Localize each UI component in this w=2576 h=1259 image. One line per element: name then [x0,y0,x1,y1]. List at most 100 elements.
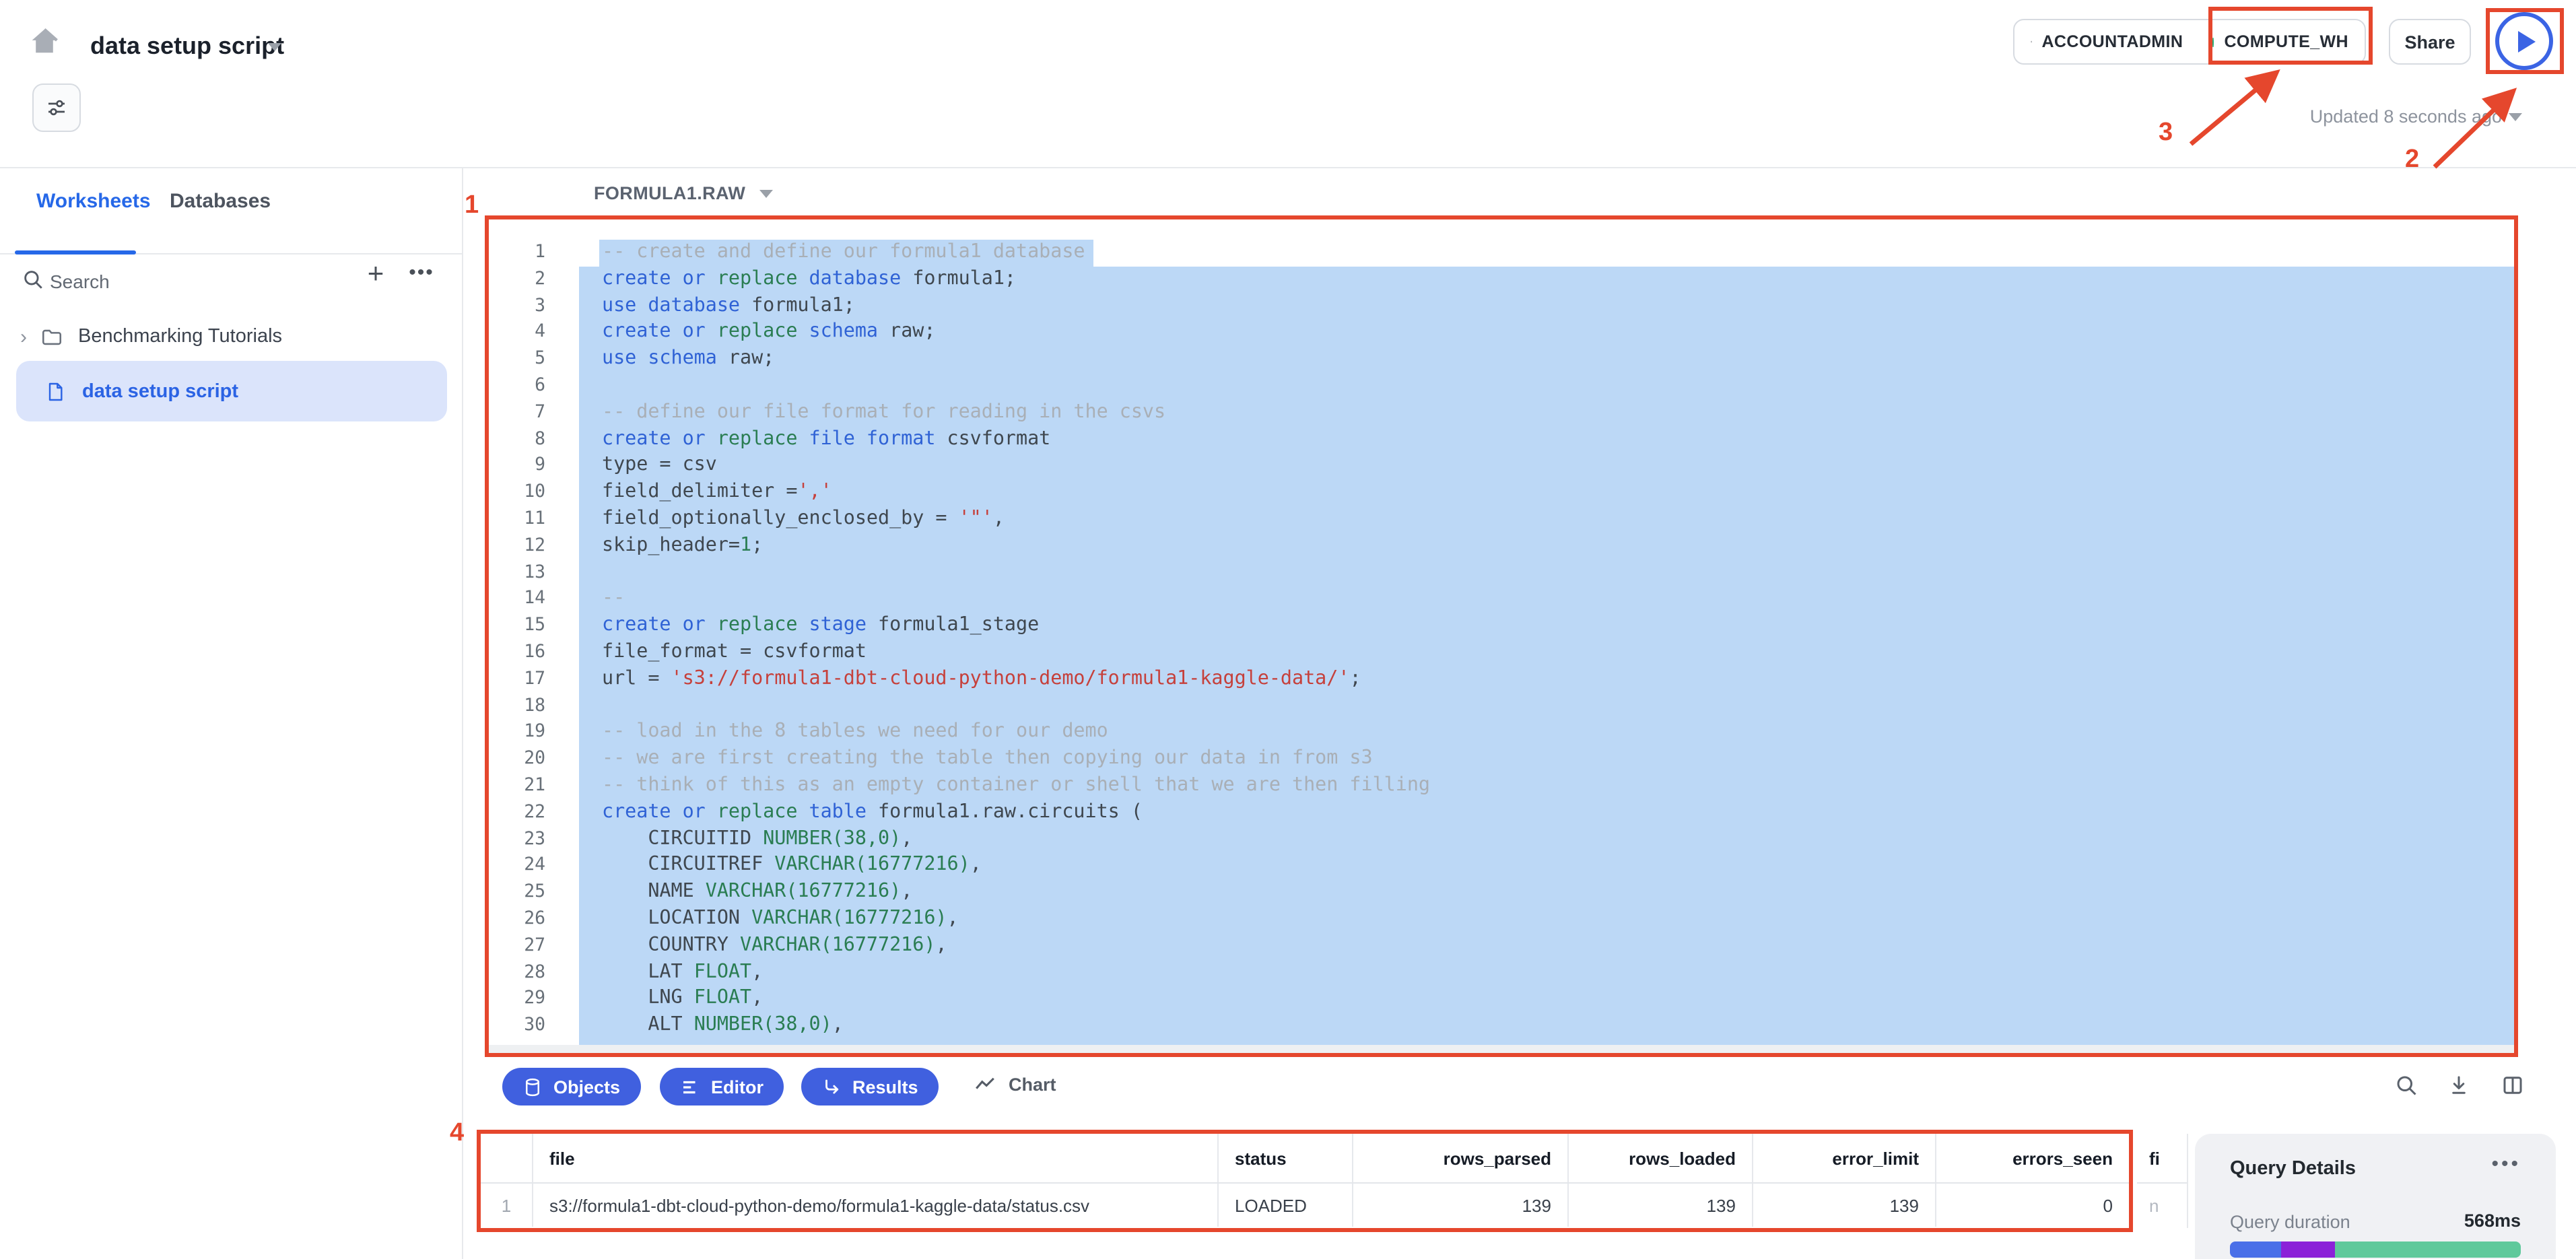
editor-horizontal-scrollbar[interactable] [489,1045,2514,1056]
code-line[interactable]: 7-- define our file format for reading i… [489,400,2514,427]
code-line[interactable]: 15create or replace stage formula1_stage [489,613,2514,640]
code-line[interactable]: 10field_delimiter =',' [489,479,2514,506]
code-text: -- define our file format for reading in… [579,400,2514,427]
table-cell[interactable]: s3://formula1-dbt-cloud-python-demo/form… [533,1184,1219,1227]
code-line[interactable]: 30 ALT NUMBER(38,0), [489,1013,2514,1040]
warehouse-label[interactable]: COMPUTE_WH [2224,32,2348,51]
code-line[interactable]: 8create or replace file format csvformat [489,426,2514,453]
code-text [579,693,2514,720]
role-label: ACCOUNTADMIN [2041,32,2183,51]
warehouse-status-dot [2212,37,2213,46]
code-line[interactable]: 20-- we are first creating the table the… [489,746,2514,773]
code-text: ALT NUMBER(38,0), [579,1013,2514,1040]
code-line[interactable]: 11field_optionally_enclosed_by = '"', [489,506,2514,533]
title-dropdown-icon[interactable] [268,43,281,51]
line-number: 6 [489,373,579,400]
duration-bar-segment [2230,1241,2281,1258]
database-schema-selector[interactable]: FORMULA1.RAW [594,183,772,203]
more-options-button[interactable]: ••• [401,261,442,302]
results-clipped-column: fi n [2137,1134,2188,1228]
column-header[interactable]: rows_loaded [1569,1134,1753,1182]
table-cell[interactable]: 1 [481,1184,533,1227]
search-input[interactable] [50,263,333,300]
code-line[interactable]: 27 COUNTRY VARCHAR(16777216), [489,932,2514,959]
table-cell[interactable]: 0 [1936,1184,2129,1227]
column-header[interactable]: error_limit [1753,1134,1936,1182]
sql-editor[interactable]: 1-- create and define our formula1 datab… [485,215,2518,1057]
code-line[interactable]: 23 CIRCUITID NUMBER(38,0), [489,826,2514,853]
code-line[interactable]: 9type = csv [489,453,2514,480]
chevron-right-icon[interactable]: › [20,325,27,348]
line-number: 19 [489,720,579,747]
line-number: 1 [489,240,579,267]
line-number: 16 [489,640,579,667]
tab-databases[interactable]: Databases [170,190,271,213]
line-number: 7 [489,400,579,427]
objects-pane-button[interactable]: Objects [502,1068,640,1105]
run-button[interactable] [2495,12,2553,70]
code-line[interactable]: 16file_format = csvformat [489,640,2514,667]
code-text: COUNTRY VARCHAR(16777216), [579,932,2514,959]
table-cell[interactable]: 139 [1753,1184,1936,1227]
results-pane-button[interactable]: Results [801,1068,939,1105]
code-line[interactable]: 12skip_header=1; [489,533,2514,560]
code-line[interactable]: 24 CIRCUITREF VARCHAR(16777216), [489,853,2514,880]
code-line[interactable]: 21-- think of this as an empty container… [489,773,2514,800]
home-icon[interactable] [27,24,62,59]
tree-item-data-setup-script[interactable]: data setup script [16,361,447,421]
code-text: type = csv [579,453,2514,480]
table-cell[interactable]: 139 [1353,1184,1569,1227]
line-number: 23 [489,826,579,853]
code-line[interactable]: 17url = 's3://formula1-dbt-cloud-python-… [489,667,2514,693]
code-line[interactable]: 26 LOCATION VARCHAR(16777216), [489,906,2514,933]
duration-bar-segment [2335,1241,2521,1258]
line-number: 24 [489,853,579,880]
code-line[interactable]: 29 LNG FLOAT, [489,986,2514,1013]
code-text: create or replace stage formula1_stage [579,613,2514,640]
query-details-menu-icon[interactable]: ••• [2491,1153,2521,1176]
clipped-column-value: n [2137,1184,2187,1227]
code-line[interactable]: 25 NAME VARCHAR(16777216), [489,879,2514,906]
line-number: 15 [489,613,579,640]
add-worksheet-button[interactable]: + [358,259,393,299]
line-number: 11 [489,506,579,533]
share-button[interactable]: Share [2389,19,2471,65]
download-results-icon[interactable] [2447,1073,2471,1097]
code-line[interactable]: 14-- [489,586,2514,613]
code-line[interactable]: 19-- load in the 8 tables we need for ou… [489,720,2514,747]
session-context-pill[interactable]: ACCOUNTADMIN COMPUTE_WH [2013,19,2366,65]
code-text: field_optionally_enclosed_by = '"', [579,506,2514,533]
column-header[interactable]: errors_seen [1936,1134,2129,1182]
results-label: Results [852,1077,918,1097]
search-results-icon[interactable] [2394,1073,2418,1097]
filters-button[interactable] [32,83,81,132]
code-text [579,559,2514,586]
code-line[interactable]: 4create or replace schema raw; [489,320,2514,347]
chart-pane-button[interactable]: Chart [974,1073,1056,1096]
code-line[interactable]: 28 LAT FLOAT, [489,959,2514,986]
code-line[interactable]: 1-- create and define our formula1 datab… [489,240,2514,267]
table-cell[interactable]: 139 [1569,1184,1753,1227]
column-header[interactable]: status [1219,1134,1353,1182]
code-line[interactable]: 18 [489,693,2514,720]
code-line[interactable]: 13 [489,559,2514,586]
column-header[interactable] [481,1134,533,1182]
code-line[interactable]: 22create or replace table formula1.raw.c… [489,799,2514,826]
editor-lines-icon [680,1077,700,1097]
column-header[interactable]: rows_parsed [1353,1134,1569,1182]
worksheet-title[interactable]: data setup script [90,32,284,61]
line-number: 30 [489,1013,579,1040]
code-text: -- we are first creating the table then … [579,746,2514,773]
code-line[interactable]: 3use database formula1; [489,293,2514,320]
split-view-icon[interactable] [2501,1073,2525,1097]
code-line[interactable]: 2create or replace database formula1; [489,267,2514,294]
code-line[interactable]: 5use schema raw; [489,346,2514,373]
editor-pane-button[interactable]: Editor [660,1068,784,1105]
tree-folder-benchmarking-tutorials[interactable]: › Benchmarking Tutorials [0,316,463,357]
updated-dropdown-icon[interactable] [2509,113,2522,121]
column-header[interactable]: file [533,1134,1219,1182]
results-table-row[interactable]: 1s3://formula1-dbt-cloud-python-demo/for… [481,1184,2129,1227]
table-cell[interactable]: LOADED [1219,1184,1353,1227]
tab-worksheets[interactable]: Worksheets [36,190,151,213]
code-line[interactable]: 6 [489,373,2514,400]
